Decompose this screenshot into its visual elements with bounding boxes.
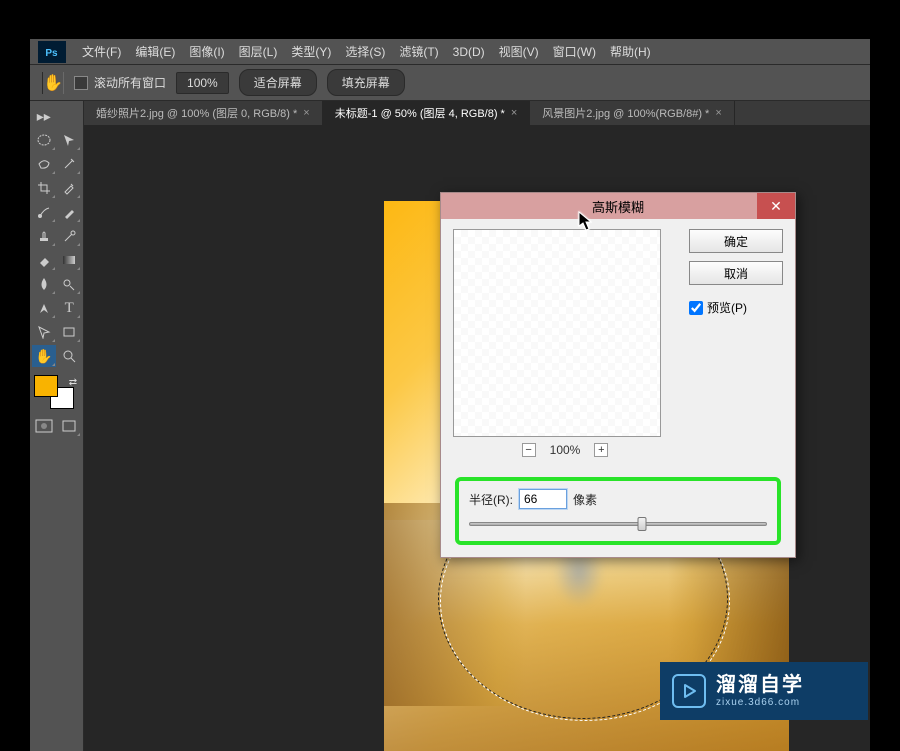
marquee-tool[interactable] [32, 129, 56, 151]
ps-logo: Ps [38, 41, 66, 63]
stamp-tool[interactable] [32, 225, 56, 247]
move-tool[interactable] [58, 129, 82, 151]
tab-label: 风景图片2.jpg @ 100%(RGB/8#) * [542, 105, 709, 121]
menu-type[interactable]: 类型(Y) [285, 39, 337, 64]
spacer [58, 105, 82, 127]
shape-tool[interactable] [58, 321, 82, 343]
play-icon [672, 674, 706, 708]
fill-screen-button[interactable]: 填充屏幕 [327, 69, 405, 96]
fit-screen-button[interactable]: 适合屏幕 [239, 69, 317, 96]
eraser-tool[interactable] [32, 249, 56, 271]
cancel-button[interactable]: 取消 [689, 261, 783, 285]
close-icon[interactable]: × [715, 107, 721, 119]
slider-track [469, 522, 767, 526]
document-tab[interactable]: 婚纱照片2.jpg @ 100% (图层 0, RGB/8) * × [84, 101, 323, 125]
magic-wand-tool[interactable] [58, 153, 82, 175]
zoom-in-button[interactable]: + [594, 443, 608, 457]
color-swatches[interactable]: ⇄ [32, 375, 82, 409]
checkbox-input[interactable] [689, 301, 703, 315]
radius-controls-highlight: 半径(R): 像素 [455, 477, 781, 545]
ok-button[interactable]: 确定 [689, 229, 783, 253]
gaussian-blur-dialog: 高斯模糊 ✕ − 100% + 确定 取消 预览(P) 半径(R): 像素 [440, 192, 796, 558]
close-button[interactable]: ✕ [757, 193, 795, 219]
crop-tool[interactable] [32, 177, 56, 199]
menubar: Ps 文件(F) 编辑(E) 图像(I) 图层(L) 类型(Y) 选择(S) 滤… [30, 39, 870, 65]
menu-image[interactable]: 图像(I) [183, 39, 230, 64]
checkbox-icon [74, 76, 88, 90]
menu-help[interactable]: 帮助(H) [604, 39, 657, 64]
svg-text:Ps: Ps [45, 48, 58, 59]
type-tool[interactable]: T [58, 297, 82, 319]
radius-slider[interactable] [469, 517, 767, 531]
radius-input[interactable] [519, 489, 567, 509]
radius-label: 半径(R): [469, 491, 513, 508]
menu-view[interactable]: 视图(V) [493, 39, 545, 64]
zoom-tool[interactable] [58, 345, 82, 367]
preview-thumbnail[interactable] [453, 229, 661, 437]
close-icon[interactable]: × [511, 107, 517, 119]
eyedropper-tool[interactable] [58, 177, 82, 199]
radius-unit-label: 像素 [573, 491, 597, 508]
preview-zoom-controls: − 100% + [453, 443, 677, 457]
document-tab[interactable]: 未标题-1 @ 50% (图层 4, RGB/8) * × [323, 101, 531, 125]
brush-tool[interactable] [58, 201, 82, 223]
lasso-tool[interactable] [32, 153, 56, 175]
foreground-color-swatch[interactable] [34, 375, 58, 397]
quick-mask-toggle[interactable] [32, 415, 56, 437]
menu-file[interactable]: 文件(F) [76, 39, 127, 64]
dodge-tool[interactable] [58, 273, 82, 295]
hand-icon: ✋ [42, 72, 64, 94]
pen-tool[interactable] [32, 297, 56, 319]
menu-3d[interactable]: 3D(D) [447, 41, 491, 63]
zoom-percent-field[interactable]: 100% [176, 72, 229, 94]
checkbox-label: 预览(P) [707, 299, 747, 316]
options-bar: ✋ 滚动所有窗口 100% 适合屏幕 填充屏幕 [30, 65, 870, 101]
blur-tool[interactable] [32, 273, 56, 295]
dialog-title: 高斯模糊 [592, 197, 644, 216]
gradient-tool[interactable] [58, 249, 82, 271]
toolbox: ▸▸ [30, 101, 84, 751]
scroll-all-windows-checkbox[interactable]: 滚动所有窗口 [74, 74, 166, 91]
preview-checkbox[interactable]: 预览(P) [689, 299, 783, 316]
checkbox-label: 滚动所有窗口 [94, 74, 166, 91]
screen-mode-toggle[interactable] [58, 415, 82, 437]
menu-select[interactable]: 选择(S) [339, 39, 391, 64]
zoom-out-button[interactable]: − [522, 443, 536, 457]
dialog-titlebar[interactable]: 高斯模糊 ✕ [441, 193, 795, 219]
watermark-badge: 溜溜自学 zixue.3d66.com [660, 662, 868, 720]
document-tabs: 婚纱照片2.jpg @ 100% (图层 0, RGB/8) * × 未标题-1… [84, 101, 870, 125]
menu-filter[interactable]: 滤镜(T) [393, 39, 444, 64]
close-icon[interactable]: × [303, 107, 309, 119]
healing-brush-tool[interactable] [32, 201, 56, 223]
tab-label: 婚纱照片2.jpg @ 100% (图层 0, RGB/8) * [96, 105, 297, 121]
slider-thumb[interactable] [637, 517, 646, 531]
document-tab[interactable]: 风景图片2.jpg @ 100%(RGB/8#) * × [530, 101, 735, 125]
watermark-subtitle: zixue.3d66.com [716, 697, 804, 709]
preview-zoom-percent: 100% [550, 443, 581, 457]
path-selection-tool[interactable] [32, 321, 56, 343]
menu-layer[interactable]: 图层(L) [233, 39, 284, 64]
tab-label: 未标题-1 @ 50% (图层 4, RGB/8) * [335, 105, 505, 121]
hand-tool[interactable]: ✋ [32, 345, 56, 367]
menu-edit[interactable]: 编辑(E) [129, 39, 181, 64]
menu-window[interactable]: 窗口(W) [547, 39, 602, 64]
watermark-title: 溜溜自学 [716, 673, 804, 697]
history-brush-tool[interactable] [58, 225, 82, 247]
collapse-icon[interactable]: ▸▸ [32, 105, 56, 127]
